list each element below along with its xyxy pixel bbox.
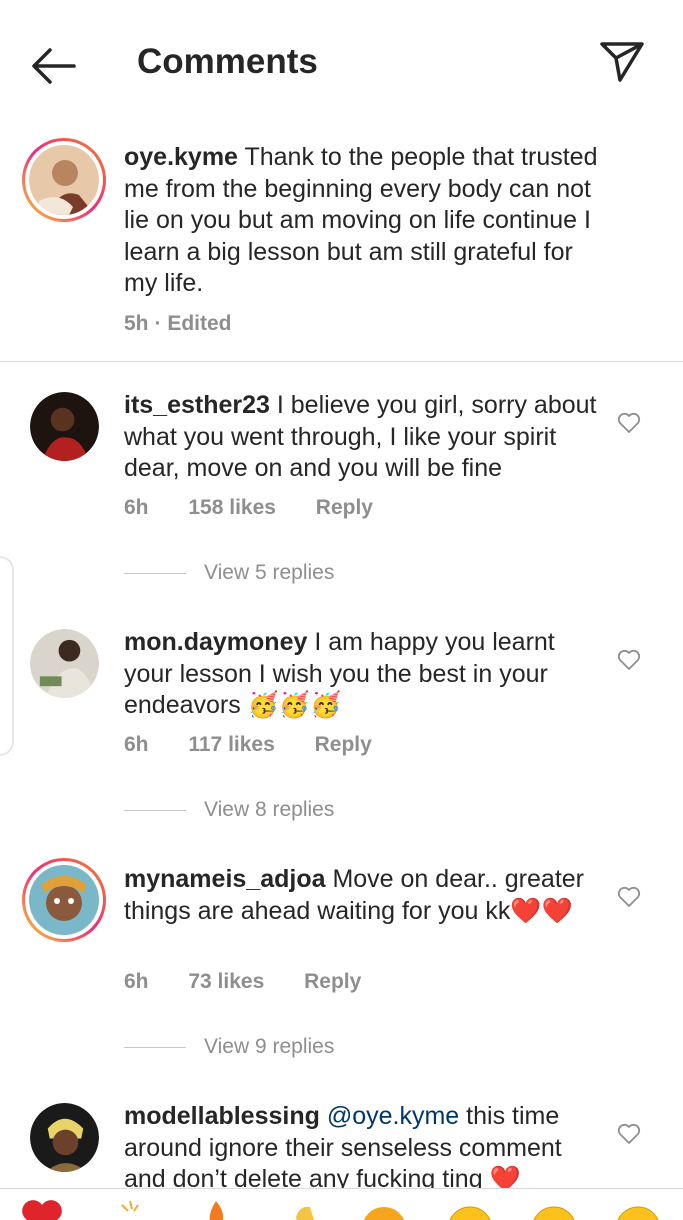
comment-text: mynameis_adjoa Move on dear.. greater th…: [124, 864, 604, 927]
avatar-image: [30, 1103, 99, 1172]
avatar-image: [30, 629, 99, 698]
view-replies-label: View 5 replies: [204, 561, 335, 584]
reply-button[interactable]: Reply: [315, 733, 372, 756]
red-heart-emoji: ❤️❤️: [510, 896, 573, 925]
emoji-reaction-bar: [0, 1188, 683, 1220]
post-caption: oye.kyme Thank to the people that truste…: [0, 128, 683, 361]
edited-label: · Edited: [154, 312, 232, 335]
caption-username[interactable]: oye.kyme: [124, 143, 238, 171]
comment-meta: 6h 73 likes Reply: [124, 970, 395, 994]
comment-time: 6h: [124, 970, 149, 993]
avatar[interactable]: [30, 392, 99, 461]
heart-icon[interactable]: [617, 886, 641, 908]
caption-meta: 5h · Edited: [124, 312, 266, 336]
like-count[interactable]: 158 likes: [188, 496, 276, 519]
comment-meta: 6h 158 likes Reply: [124, 496, 407, 520]
party-face-emoji: 🥳🥳🥳: [247, 691, 342, 719]
comment-username[interactable]: modellablessing: [124, 1102, 320, 1130]
share-button[interactable]: [598, 40, 646, 84]
replies-line: [124, 809, 186, 811]
like-count[interactable]: 73 likes: [188, 970, 264, 993]
comment-text: its_esther23 I believe you girl, sorry a…: [124, 390, 604, 485]
caption-text: oye.kyme Thank to the people that truste…: [124, 142, 604, 300]
heart-emoji-icon[interactable]: [18, 1197, 66, 1220]
comment-time: 6h: [124, 733, 149, 756]
red-heart-emoji: ❤️: [489, 1165, 521, 1188]
heart-icon[interactable]: [617, 649, 641, 671]
laughing-face-emoji-icon[interactable]: [614, 1197, 662, 1220]
comment-username[interactable]: its_esther23: [124, 391, 270, 419]
clapping-hands-emoji-icon[interactable]: [280, 1197, 328, 1220]
comment-username[interactable]: mynameis_adjoa: [124, 865, 326, 893]
side-handle[interactable]: [0, 556, 14, 756]
caption-time: 5h: [124, 312, 149, 335]
reply-button[interactable]: Reply: [316, 496, 373, 519]
view-replies-button[interactable]: View 5 replies: [124, 561, 334, 585]
arrow-left-icon: [32, 48, 76, 84]
avatar-image: [30, 392, 99, 461]
fire-emoji-icon[interactable]: [192, 1197, 240, 1220]
reply-button[interactable]: Reply: [304, 970, 361, 993]
replies-line: [124, 572, 186, 574]
view-replies-button[interactable]: View 8 replies: [124, 798, 334, 822]
avatar[interactable]: [22, 138, 106, 222]
avatar[interactable]: [30, 629, 99, 698]
surprised-face-emoji-icon[interactable]: [530, 1197, 578, 1220]
view-replies-button[interactable]: View 9 replies: [124, 1035, 334, 1059]
paper-plane-icon: [600, 42, 644, 82]
heart-eyes-emoji-icon[interactable]: [446, 1197, 494, 1220]
view-replies-label: View 8 replies: [204, 798, 335, 821]
avatar[interactable]: [30, 1103, 99, 1172]
comment-text: modellablessing @oye.kyme this time arou…: [124, 1101, 604, 1188]
comment-time: 6h: [124, 496, 149, 519]
view-replies-label: View 9 replies: [204, 1035, 335, 1058]
crying-face-emoji-icon[interactable]: [360, 1197, 408, 1220]
avatar-image: [29, 865, 99, 935]
top-bar: Comments: [0, 0, 683, 128]
avatar[interactable]: [22, 858, 106, 942]
page-title: Comments: [137, 42, 318, 81]
heart-icon[interactable]: [617, 412, 641, 434]
back-button[interactable]: [28, 44, 78, 88]
comment-text: mon.daymoney I am happy you learnt your …: [124, 627, 604, 722]
heart-icon[interactable]: [617, 1123, 641, 1145]
raised-hands-emoji-icon[interactable]: [108, 1197, 156, 1220]
mention-link[interactable]: @oye.kyme: [327, 1102, 459, 1130]
divider: [0, 361, 683, 362]
replies-line: [124, 1046, 186, 1048]
like-count[interactable]: 117 likes: [188, 733, 274, 756]
comment-meta: 6h 117 likes Reply: [124, 733, 406, 757]
comment-username[interactable]: mon.daymoney: [124, 628, 307, 656]
avatar-image: [29, 145, 99, 215]
